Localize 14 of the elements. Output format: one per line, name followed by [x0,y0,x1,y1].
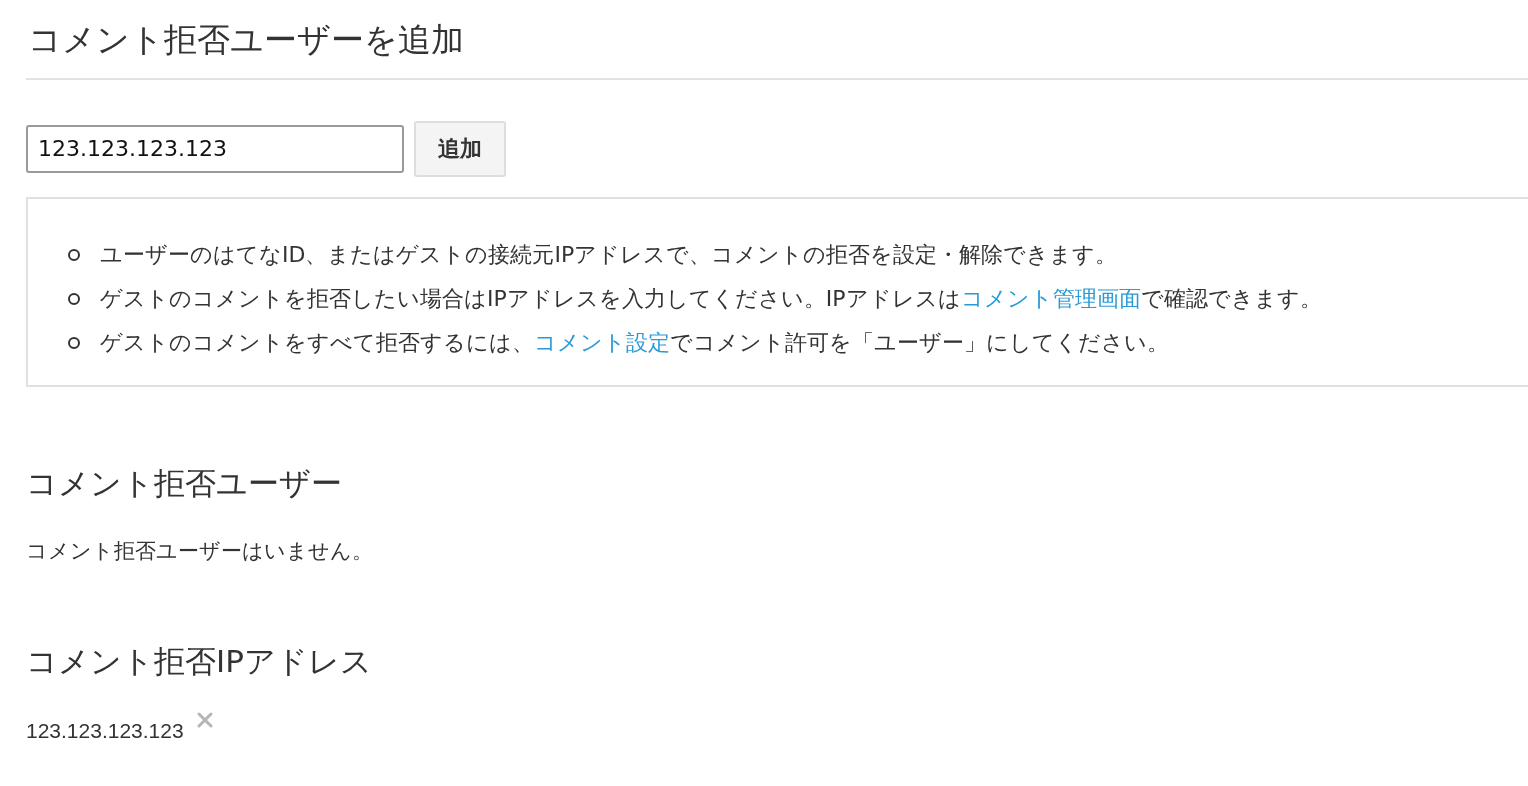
empty-message: コメント拒否ユーザーはいません。 [26,537,374,565]
ip-address: 123.123.123.123 [26,718,184,743]
note-text: ゲストのコメントをすべて拒否するには、コメント設定でコメント許可を「ユーザー」にしてください。 [100,328,1169,357]
note-text: ゲストのコメントを拒否したい場合はIPアドレスを入力してください。IPアドレスは コメント管理画面で確認できます。 [100,284,1322,313]
ip-input-field[interactable]: 123.123.123.123 [26,124,404,173]
bullet-icon [68,248,80,261]
delete-icon[interactable] [195,710,214,729]
note-text: ユーザーのはてなID、またはゲストの接続元IPアドレスで、コメントの拒否を設定・解除できます。 [100,240,1118,269]
bullet-icon [68,336,80,349]
add-button[interactable]: 追加 [414,120,506,177]
section-title: コメント拒否ユーザーを追加 [26,0,1528,80]
section-title: コメント拒否ユーザー [26,463,343,503]
bullet-icon [68,292,80,305]
section-title: コメント拒否IPアドレス [26,641,373,681]
